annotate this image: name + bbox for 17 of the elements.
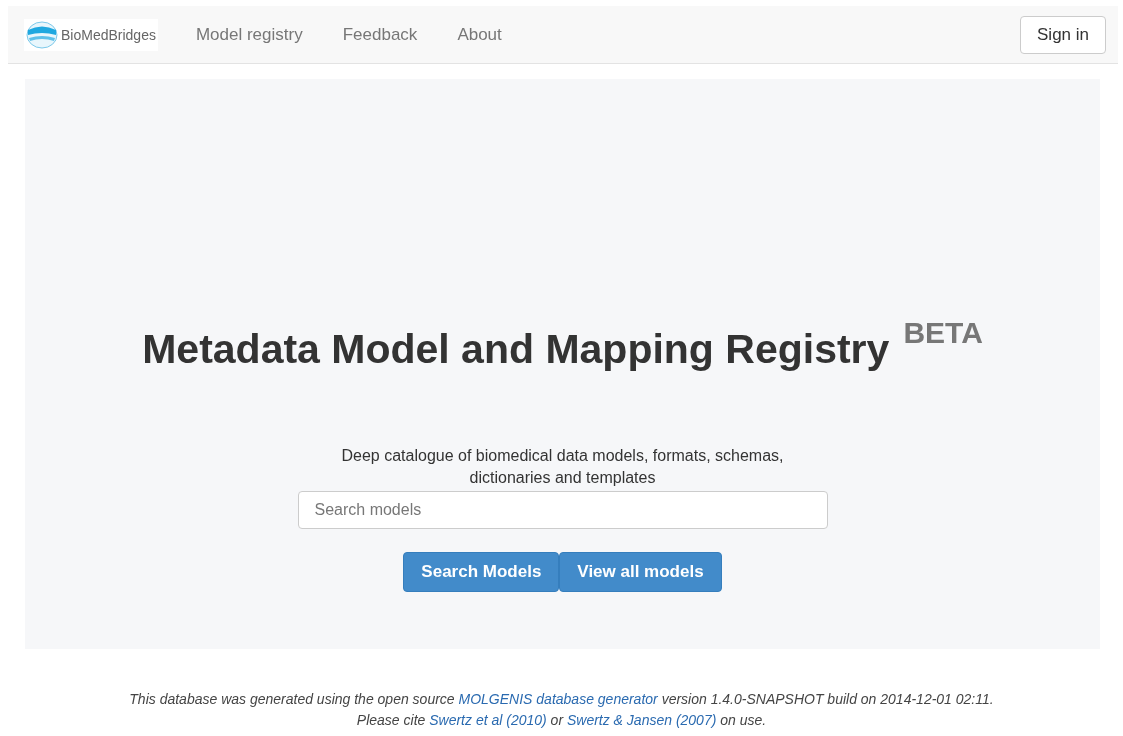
nav-link[interactable]: About bbox=[457, 24, 502, 45]
action-button[interactable]: Search Models bbox=[403, 551, 560, 592]
action-button[interactable]: View all models bbox=[559, 551, 722, 592]
subtitle: Deep catalogue of biomedical data models, formats, schemas, dictionaries and templates bbox=[340, 445, 785, 488]
sign-in-button[interactable]: Sign in bbox=[1020, 15, 1106, 54]
footer-link[interactable]: Swertz & Jansen (2007) bbox=[566, 712, 717, 728]
logo[interactable]: BioMedBridges bbox=[24, 18, 158, 51]
footer-text: Please cite Swertz et al (2010) or Swertz & Jansen (2007) on use. bbox=[355, 711, 768, 730]
footer-link[interactable]: Swertz et al (2010) bbox=[429, 712, 547, 728]
footer-text: This database was generated using the open source MOLGENIS database generator version 1.4.0-SNAPSHOT build on 2014-12-01 02:11. bbox=[128, 690, 995, 709]
nav-link[interactable]: Feedback bbox=[342, 24, 418, 45]
beta-label: BETA bbox=[903, 316, 983, 349]
footer-link[interactable]: MOLGENIS database generator bbox=[458, 691, 658, 707]
page-title: Metadata Model and Mapping Registry bbox=[142, 325, 890, 372]
logo-icon bbox=[26, 20, 58, 49]
nav-link[interactable]: Model registry bbox=[195, 24, 303, 45]
search-field[interactable]: Search models bbox=[297, 490, 828, 529]
